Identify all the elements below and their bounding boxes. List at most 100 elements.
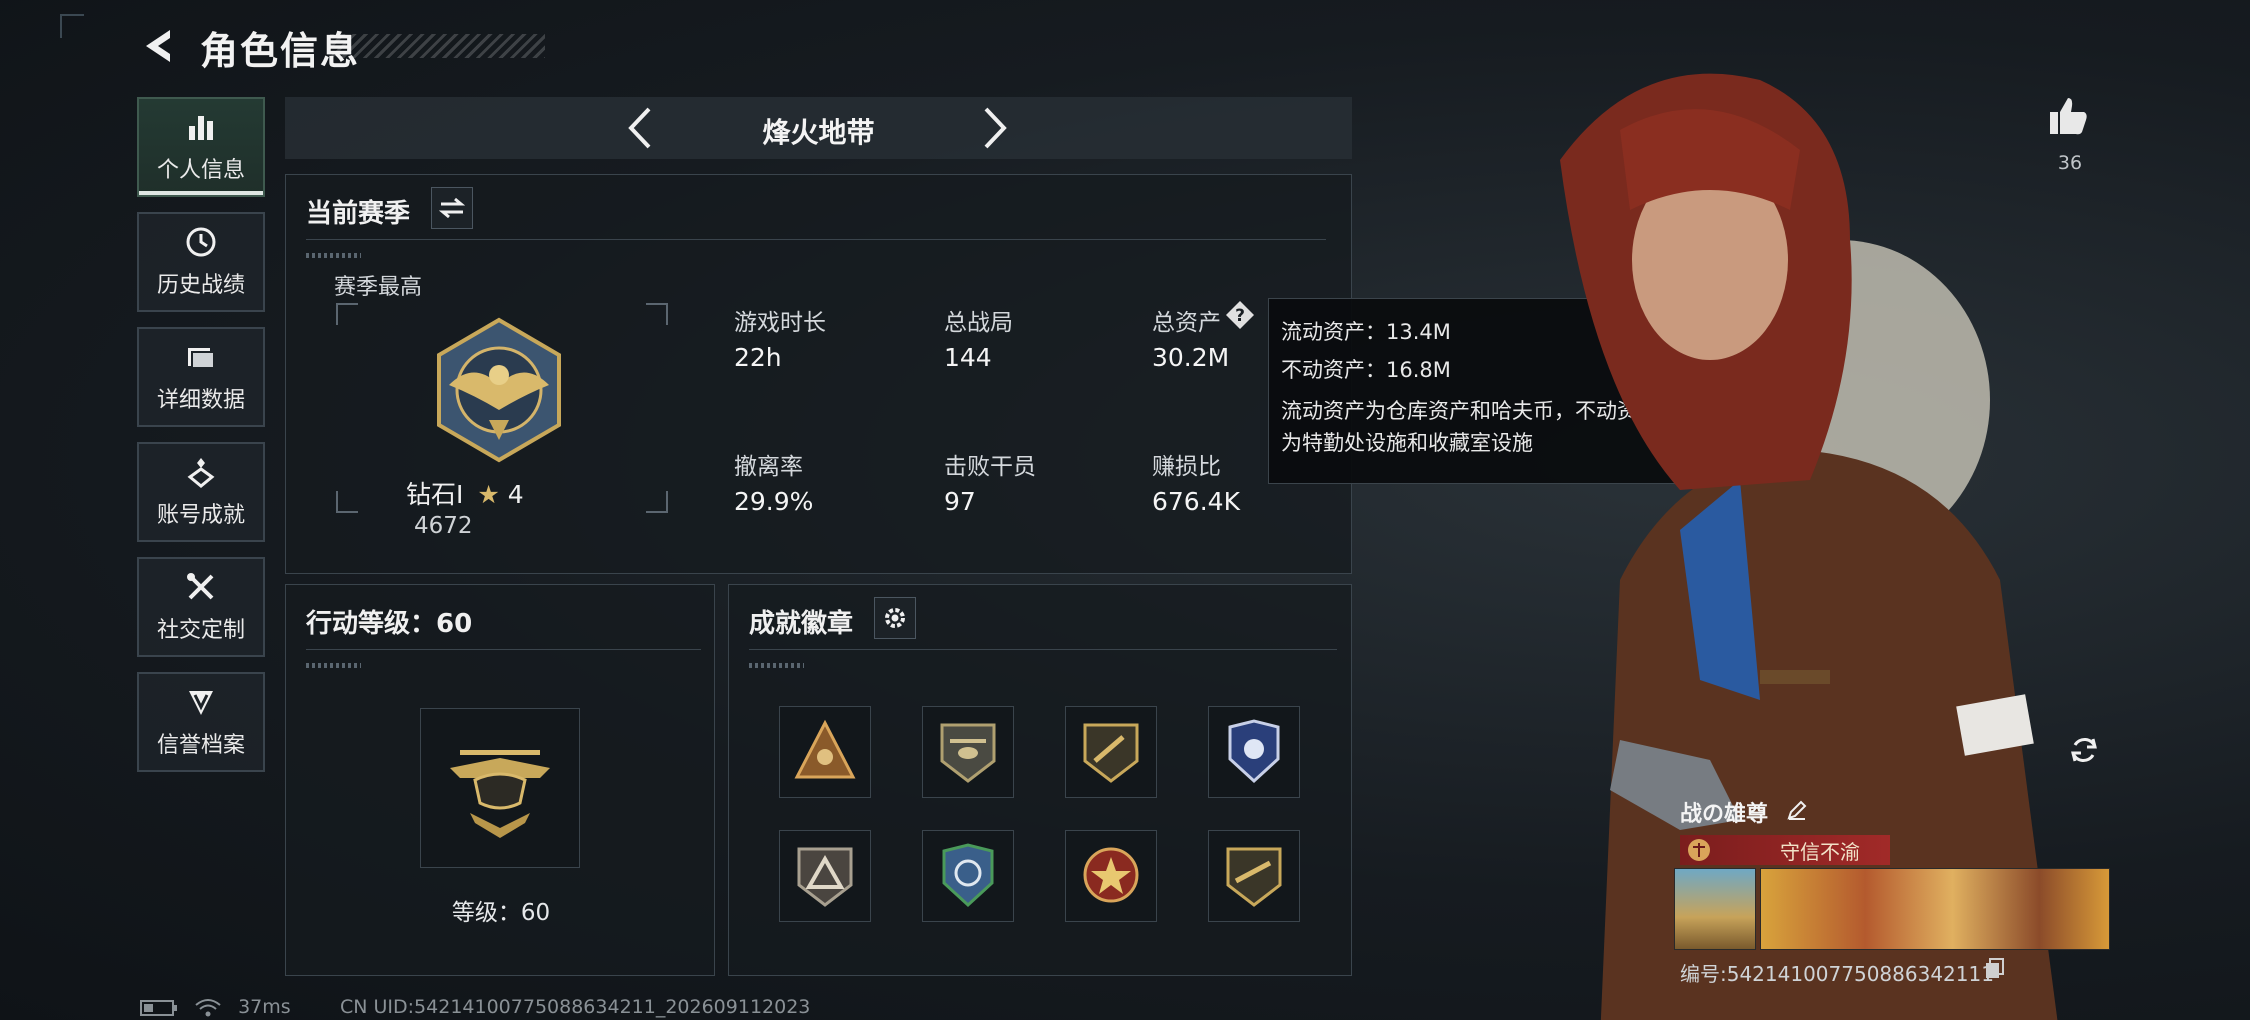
season-title: 当前赛季 <box>306 199 411 229</box>
season-panel: 当前赛季 赛季最高 钻石Ⅰ ★ 4 4672 游戏时长 22h 总战局 144 … <box>285 174 1352 574</box>
player-name-line: 战の雄尊 <box>1680 796 1808 828</box>
folder-icon <box>188 348 215 369</box>
badge-slot[interactable] <box>779 830 871 922</box>
stripe-decoration <box>306 253 361 258</box>
season-divider <box>306 239 1326 240</box>
refresh-outfit-button[interactable] <box>2064 730 2104 770</box>
tools-icon <box>187 573 214 600</box>
sidebar-item-personal-info[interactable]: 个人信息 <box>137 97 265 197</box>
stat-label: 总资产 <box>1152 310 1221 336</box>
badge-slot[interactable] <box>1208 830 1300 922</box>
stat-value: 676.4K <box>1152 487 1240 516</box>
badge-slot[interactable] <box>1065 830 1157 922</box>
rank-name: 钻石Ⅰ <box>406 480 464 509</box>
sidebar-item-details[interactable]: 详细数据 <box>137 327 265 427</box>
rank-stars: 4 <box>507 480 524 509</box>
triangle-squad-badge-icon <box>794 719 856 779</box>
profile-card-thumbnail[interactable] <box>1674 868 1756 950</box>
cn-uid: CN UID:542141007750886342​11_20260911202… <box>340 996 811 1018</box>
help-button[interactable]: ? <box>1224 299 1256 331</box>
battery-icon <box>140 999 177 1016</box>
badge-slot[interactable] <box>1208 706 1300 798</box>
question-diamond-icon: ? <box>1226 301 1254 329</box>
gear-icon <box>885 608 905 628</box>
refresh-icon <box>2071 738 2097 762</box>
chevron-right-icon <box>984 107 1007 149</box>
star-icon: ★ <box>477 480 500 509</box>
stripe-decoration <box>306 663 361 668</box>
stat-label: 撤离率 <box>734 454 803 480</box>
rifle-gold-badge-icon <box>1226 847 1282 907</box>
wifi-icon <box>195 998 221 1016</box>
mode-label: 烽火地带 <box>762 116 875 149</box>
rank-score: 4672 <box>414 513 473 539</box>
sidebar-item-social[interactable]: 社交定制 <box>137 557 265 657</box>
level-label: 等级：60 <box>451 900 551 926</box>
sidebar-item-label: 信誉档案 <box>156 733 245 758</box>
season-switch-button[interactable] <box>431 187 473 229</box>
achievement-icon <box>187 458 215 488</box>
eagle-arrows-badge-icon <box>942 843 994 908</box>
stripe-decoration <box>749 663 804 668</box>
status-bar: 37ms <box>140 996 291 1018</box>
stat-label: 游戏时长 <box>734 310 826 336</box>
history-icon <box>186 227 216 257</box>
corner-decoration <box>60 14 84 38</box>
sidebar-item-label: 详细数据 <box>156 388 245 413</box>
badge-slot[interactable] <box>922 706 1014 798</box>
badges-divider <box>749 649 1337 650</box>
season-best-label: 赛季最高 <box>334 275 423 300</box>
shield-v-icon <box>189 691 213 715</box>
sidebar-item-label: 账号成就 <box>156 503 245 528</box>
level-emblem-box <box>420 708 580 868</box>
mode-selector-bar: 烽火地带 <box>285 97 1352 159</box>
sidebar-item-label: 历史战绩 <box>156 273 245 298</box>
star-badge-icon <box>1083 847 1139 903</box>
scale-emblem-icon <box>1688 839 1710 861</box>
badges-title: 成就徽章 <box>749 609 854 639</box>
badge-slot[interactable] <box>922 830 1014 922</box>
copy-uid-button[interactable] <box>1985 958 2005 980</box>
sidebar-item-history[interactable]: 历史战绩 <box>137 212 265 312</box>
stat-value: 22h <box>734 343 782 372</box>
back-arrow-icon <box>146 30 170 62</box>
sidebar-item-achievements[interactable]: 账号成就 <box>137 442 265 542</box>
profile-banner-image[interactable] <box>1760 868 2110 950</box>
player-uid: 编号:542141007750886342111 <box>1680 962 1994 986</box>
bracket-decoration <box>336 491 358 513</box>
rank-line: 钻石Ⅰ ★ 4 <box>406 475 524 511</box>
like-count: 36 <box>2057 152 2083 174</box>
badge-slot[interactable] <box>779 706 871 798</box>
action-level-divider <box>306 649 701 650</box>
bar-chart-icon <box>189 116 213 140</box>
rank-emblem-icon <box>437 317 561 463</box>
badge-slot[interactable] <box>1065 706 1157 798</box>
player-name: 战の雄尊 <box>1680 802 1769 827</box>
sidebar-item-reputation[interactable]: 信誉档案 <box>137 672 265 772</box>
svg-text:?: ? <box>1235 306 1245 326</box>
thumbs-up-icon <box>2050 98 2087 135</box>
stat-value: 30.2M <box>1152 343 1230 372</box>
sidebar-item-label: 社交定制 <box>156 618 245 643</box>
stat-value: 97 <box>944 487 976 516</box>
stat-label: 赚损比 <box>1152 454 1221 480</box>
like-button[interactable] <box>2046 94 2090 138</box>
back-button[interactable] <box>138 24 182 68</box>
action-level-title: 行动等级：60 <box>306 609 473 639</box>
bracket-decoration <box>646 303 668 325</box>
bracket-decoration <box>336 303 358 325</box>
swap-icon <box>439 197 465 219</box>
bracket-decoration <box>646 491 668 513</box>
badge-settings-button[interactable] <box>874 597 916 639</box>
rifle-badge-icon <box>1083 723 1139 783</box>
mode-next-button[interactable] <box>970 103 1020 153</box>
stat-value: 29.9% <box>734 487 814 516</box>
ping-value: 37ms <box>238 996 291 1018</box>
delta-badge-icon <box>797 847 853 907</box>
police-badge-icon <box>1228 719 1280 784</box>
stat-value: 144 <box>944 343 992 372</box>
stat-label: 总战局 <box>944 310 1013 336</box>
motto-banner: 守信不渝 <box>1680 835 1890 865</box>
edit-name-button[interactable] <box>1786 799 1808 827</box>
motto-text: 守信不渝 <box>1780 839 1860 864</box>
